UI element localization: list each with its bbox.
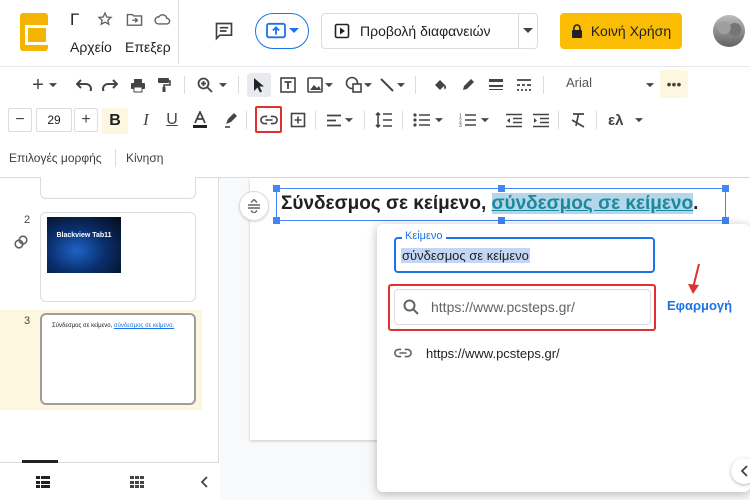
link-text-value[interactable]: σύνδεσμος σε κείμενο bbox=[401, 248, 530, 263]
redo-icon[interactable] bbox=[98, 73, 122, 97]
apply-link-button[interactable]: Εφαρμογή bbox=[667, 298, 732, 313]
text-box-icon[interactable] bbox=[276, 73, 300, 97]
insert-link-button[interactable] bbox=[255, 106, 282, 133]
collapse-panel-icon[interactable] bbox=[193, 471, 215, 493]
link-icon bbox=[259, 115, 278, 124]
bulleted-list-icon[interactable] bbox=[410, 108, 434, 132]
border-color-icon[interactable] bbox=[456, 73, 480, 97]
slide-text[interactable]: Σύνδεσμος σε κείμενο, σύνδεσμος σε κείμε… bbox=[281, 193, 698, 215]
move-folder-icon[interactable] bbox=[124, 9, 144, 29]
side-panel-toggle-icon[interactable] bbox=[731, 458, 750, 484]
main-toolbar: + Arial bbox=[0, 66, 750, 102]
font-size-input[interactable]: 29 bbox=[36, 108, 72, 132]
slideshow-dropdown-button[interactable] bbox=[518, 13, 538, 49]
slides-panel-footer bbox=[0, 462, 219, 500]
chevron-down-icon bbox=[522, 28, 533, 33]
paint-format-icon[interactable] bbox=[152, 73, 176, 97]
align-dropdown-icon[interactable] bbox=[342, 108, 356, 132]
slideshow-icon bbox=[334, 23, 350, 39]
slide-2-image bbox=[47, 217, 121, 273]
font-family-dropdown-icon[interactable] bbox=[643, 73, 657, 97]
slideshow-button[interactable]: Προβολή διαφανειών bbox=[321, 13, 519, 49]
slides-logo-icon[interactable] bbox=[20, 13, 49, 51]
present-to-meeting-button[interactable] bbox=[255, 13, 309, 49]
link-suggestion-text: https://www.pcsteps.gr/ bbox=[426, 345, 560, 361]
menu-file[interactable]: Αρχείο bbox=[70, 39, 112, 55]
slide-3-text: Σύνδεσμος σε κείμενο, σύνδεσμος σε κείμε… bbox=[52, 323, 175, 329]
line-spacing-icon[interactable] bbox=[372, 108, 396, 132]
input-language-label[interactable]: ελ bbox=[608, 112, 623, 129]
font-family-value: Arial bbox=[566, 75, 593, 90]
motion-button[interactable]: Κίνηση bbox=[126, 151, 163, 165]
menu-edit[interactable]: Επεξερ bbox=[125, 39, 171, 55]
link-text-label: Κείμενο bbox=[402, 230, 446, 242]
print-icon[interactable] bbox=[126, 73, 150, 97]
slide-thumbnail-1[interactable] bbox=[40, 177, 196, 199]
slide-link-text[interactable]: σύνδεσμος σε κείμενο bbox=[491, 193, 694, 214]
text-color-icon[interactable] bbox=[188, 108, 212, 132]
slide-2-title: Blackview Tab11 bbox=[56, 232, 112, 239]
comments-icon[interactable] bbox=[212, 19, 236, 43]
annotation-arrow-icon bbox=[688, 263, 700, 294]
share-button[interactable]: Κοινή Χρήση bbox=[560, 13, 682, 49]
slideshow-label: Προβολή διαφανειών bbox=[360, 23, 491, 39]
increase-indent-icon[interactable] bbox=[529, 108, 553, 132]
fill-color-icon[interactable] bbox=[428, 73, 452, 97]
search-icon bbox=[403, 299, 419, 315]
new-slide-dropdown-icon[interactable] bbox=[46, 73, 60, 97]
decrease-indent-icon[interactable] bbox=[502, 108, 526, 132]
bulleted-list-dropdown-icon[interactable] bbox=[432, 108, 446, 132]
numbered-list-dropdown-icon[interactable] bbox=[478, 108, 492, 132]
zoom-dropdown-icon[interactable] bbox=[216, 73, 230, 97]
share-label: Κοινή Χρήση bbox=[590, 23, 672, 39]
slide-number-3: 3 bbox=[24, 315, 31, 327]
slide-number-2: 2 bbox=[24, 214, 31, 226]
lock-icon bbox=[571, 24, 582, 38]
link-icon bbox=[12, 233, 30, 251]
underline-icon[interactable]: U bbox=[160, 108, 184, 132]
shape-dropdown-icon[interactable] bbox=[361, 73, 375, 97]
bold-icon[interactable]: B bbox=[102, 108, 128, 134]
filmstrip-view-icon[interactable] bbox=[34, 474, 52, 490]
format-options-button[interactable]: Επιλογές μορφής bbox=[9, 151, 102, 165]
line-dropdown-icon[interactable] bbox=[394, 73, 408, 97]
language-dropdown-icon[interactable] bbox=[632, 108, 646, 132]
image-dropdown-icon[interactable] bbox=[322, 73, 336, 97]
numbered-list-icon[interactable]: 123 bbox=[456, 108, 480, 132]
link-url-input[interactable]: https://www.pcsteps.gr/ bbox=[394, 289, 651, 325]
insert-comment-icon[interactable] bbox=[286, 108, 310, 132]
border-dash-icon[interactable] bbox=[512, 73, 536, 97]
app-header: Γ Αρχείο Επεξερ Προβολή διαφανειών Κοινή… bbox=[0, 0, 750, 66]
grid-view-icon[interactable] bbox=[128, 474, 146, 490]
active-view-indicator bbox=[22, 460, 58, 463]
link-icon bbox=[394, 348, 412, 358]
more-options-icon[interactable]: ••• bbox=[660, 70, 688, 98]
decrease-font-size-button[interactable]: − bbox=[8, 108, 32, 132]
doc-title[interactable]: Γ bbox=[70, 10, 79, 30]
highlight-color-icon[interactable] bbox=[219, 108, 243, 132]
star-icon[interactable] bbox=[95, 9, 115, 29]
text-box-handle-icon[interactable] bbox=[239, 191, 269, 221]
svg-text:3: 3 bbox=[459, 123, 462, 127]
undo-icon[interactable] bbox=[72, 73, 96, 97]
select-cursor-icon[interactable] bbox=[247, 73, 271, 97]
link-suggestion[interactable]: https://www.pcsteps.gr/ bbox=[378, 337, 750, 369]
context-bar: Επιλογές μορφής Κίνηση bbox=[0, 138, 750, 178]
italic-icon[interactable]: I bbox=[134, 108, 158, 132]
avatar[interactable] bbox=[713, 15, 745, 47]
header-divider bbox=[178, 0, 179, 64]
border-weight-icon[interactable] bbox=[484, 73, 508, 97]
increase-font-size-button[interactable]: + bbox=[74, 108, 98, 132]
link-url-value: https://www.pcsteps.gr/ bbox=[431, 299, 575, 315]
zoom-icon[interactable] bbox=[193, 73, 217, 97]
clear-formatting-icon[interactable] bbox=[566, 108, 590, 132]
cloud-status-icon[interactable] bbox=[152, 9, 172, 29]
